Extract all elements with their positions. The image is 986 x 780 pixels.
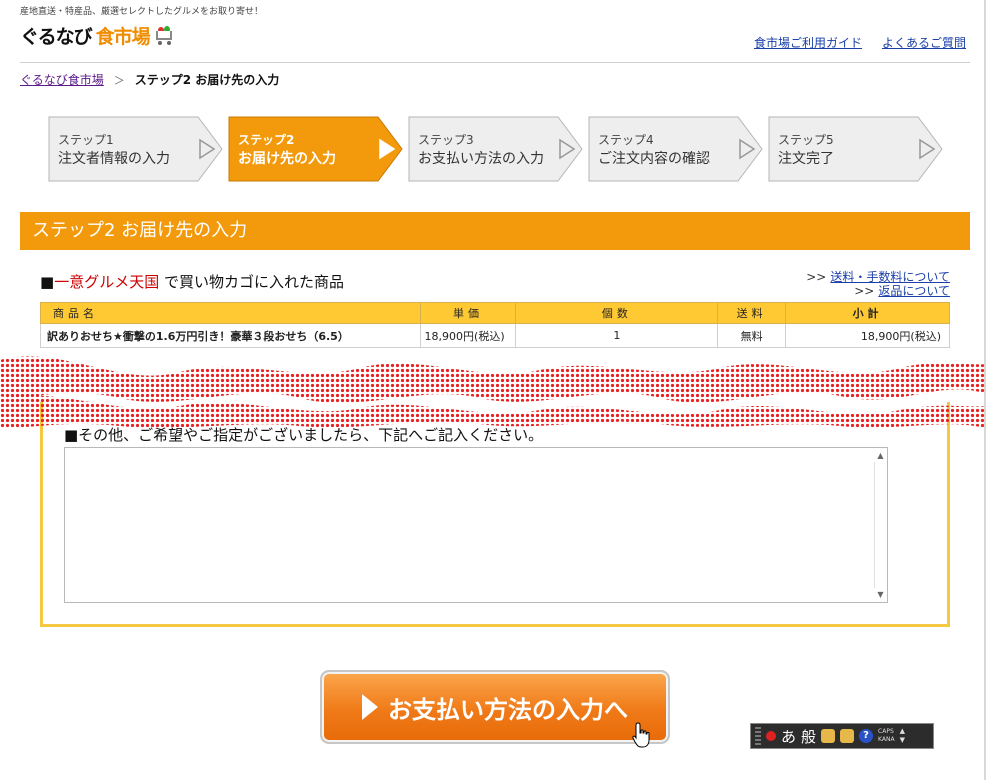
help-icon[interactable]: ? bbox=[859, 729, 874, 743]
subtotal: 18,900円(税込) bbox=[785, 323, 950, 348]
ime-status-icon bbox=[766, 731, 776, 741]
notes-label: ■その他、ご希望やご指定がございましたら、下記へご記入ください。 bbox=[64, 426, 544, 444]
site-tagline: 産地直送・特産品、厳選セレクトしたグルメをお取り寄せ！ bbox=[20, 7, 264, 17]
step-number: ステップ1 bbox=[58, 133, 114, 147]
col-unit-price: 単価 bbox=[419, 302, 517, 324]
step-number: ステップ2 bbox=[238, 133, 295, 147]
header-divider bbox=[20, 62, 970, 63]
breadcrumb-separator: ＞ bbox=[113, 73, 125, 87]
hand-cursor-icon bbox=[632, 722, 650, 748]
step-label: お届け先の入力 bbox=[238, 151, 336, 167]
col-quantity: 個数 bbox=[515, 302, 719, 324]
unit-price: 18,900円(税込) bbox=[419, 323, 517, 348]
link-arrow: >> bbox=[806, 270, 827, 284]
step-label: 注文完了 bbox=[778, 151, 834, 167]
step-2: ステップ2 お届け先の入力 bbox=[228, 116, 403, 182]
ime-menu-arrows-icon[interactable]: ▲ ▼ bbox=[900, 727, 905, 745]
policy-links: >> 送料・手数料について >> 返品について bbox=[806, 270, 950, 298]
step-5: ステップ5 注文完了 bbox=[768, 116, 943, 182]
input-mode-hiragana[interactable]: あ bbox=[781, 726, 796, 747]
breadcrumb: ぐるなび食市場 ＞ ステップ2 お届け先の入力 bbox=[20, 71, 279, 88]
header-links: 食市場ご利用ガイド よくあるご質問 bbox=[754, 34, 966, 51]
step-number: ステップ3 bbox=[418, 133, 474, 147]
step-label: 注文者情報の入力 bbox=[58, 151, 170, 167]
returns-link[interactable]: 返品について bbox=[878, 284, 950, 298]
step-3: ステップ3 お支払い方法の入力 bbox=[408, 116, 583, 182]
caps-kana-indicator: CAPS KANA bbox=[878, 728, 895, 743]
product-name: 訳ありおせち★衝撃の1.6万円引き！豪華３段おせち（6.5） bbox=[40, 323, 421, 348]
notes-textarea[interactable] bbox=[64, 447, 888, 603]
step-label: お支払い方法の入力 bbox=[418, 151, 544, 167]
cart-table: 商品名 単価 個数 送料 小計 訳ありおせち★衝撃の1.6万円引き！豪華３段おせ… bbox=[40, 302, 950, 348]
col-product-name: 商品名 bbox=[40, 302, 421, 324]
breadcrumb-home-link[interactable]: ぐるなび食市場 bbox=[20, 71, 104, 88]
cart-store-heading: ■一意グルメ天国 で買い物カゴに入れた商品 bbox=[40, 271, 344, 292]
step-4: ステップ4 ご注文内容の確認 bbox=[588, 116, 763, 182]
step-1: ステップ1 注文者情報の入力 bbox=[48, 116, 223, 182]
logo-gurunavi: ぐるなび bbox=[20, 25, 93, 48]
halftone-wave-decoration bbox=[0, 356, 986, 429]
col-subtotal: 小計 bbox=[785, 302, 950, 324]
conversion-mode[interactable]: 般 bbox=[801, 726, 816, 747]
drag-handle-icon[interactable] bbox=[755, 727, 761, 745]
breadcrumb-current: ステップ2 お届け先の入力 bbox=[134, 73, 280, 87]
table-row: 訳ありおせち★衝撃の1.6万円引き！豪華３段おせち（6.5） 18,900円(税… bbox=[40, 323, 950, 348]
faq-link[interactable]: よくあるご質問 bbox=[882, 34, 966, 51]
quantity: 1 bbox=[515, 323, 719, 348]
shipping-fee: 無料 bbox=[717, 323, 787, 348]
table-header-row: 商品名 単価 個数 送料 小計 bbox=[40, 302, 950, 324]
usage-guide-link[interactable]: 食市場ご利用ガイド bbox=[754, 34, 862, 51]
dictionary-icon[interactable] bbox=[840, 729, 855, 743]
shopping-cart-icon bbox=[154, 25, 176, 45]
store-name-link[interactable]: 一意グルメ天国 bbox=[54, 273, 159, 291]
proceed-to-payment-button[interactable]: お支払い方法の入力へ bbox=[320, 670, 670, 744]
scroll-down-arrow-icon[interactable]: ▼ bbox=[874, 588, 887, 601]
site-logo[interactable]: ぐるなび 食市場 bbox=[20, 22, 176, 48]
scrollbar-track[interactable] bbox=[874, 462, 887, 588]
link-arrow: >> bbox=[854, 284, 875, 298]
play-arrow-icon bbox=[362, 694, 378, 720]
step-number: ステップ5 bbox=[778, 133, 834, 147]
step-label: ご注文内容の確認 bbox=[598, 151, 710, 167]
scroll-up-arrow-icon[interactable]: ▲ bbox=[874, 449, 887, 462]
shipping-fee-link[interactable]: 送料・手数料について bbox=[830, 270, 950, 284]
cart-heading-suffix: で買い物カゴに入れた商品 bbox=[163, 273, 344, 291]
col-shipping: 送料 bbox=[717, 302, 787, 324]
checkout-steps: ステップ1 注文者情報の入力 ステップ2 お届け先の入力 ステップ3 お支払い方法の入… bbox=[48, 116, 948, 182]
logo-shokuichiba: 食市場 bbox=[95, 25, 151, 48]
ime-language-bar[interactable]: あ 般 ? CAPS KANA ▲ ▼ bbox=[750, 723, 934, 749]
section-title-bar: ステップ2 お届け先の入力 bbox=[20, 212, 970, 250]
ime-pad-icon[interactable] bbox=[821, 729, 836, 743]
proceed-button-label: お支払い方法の入力へ bbox=[388, 695, 628, 724]
square-bullet: ■ bbox=[40, 273, 55, 291]
step-number: ステップ4 bbox=[598, 133, 654, 147]
